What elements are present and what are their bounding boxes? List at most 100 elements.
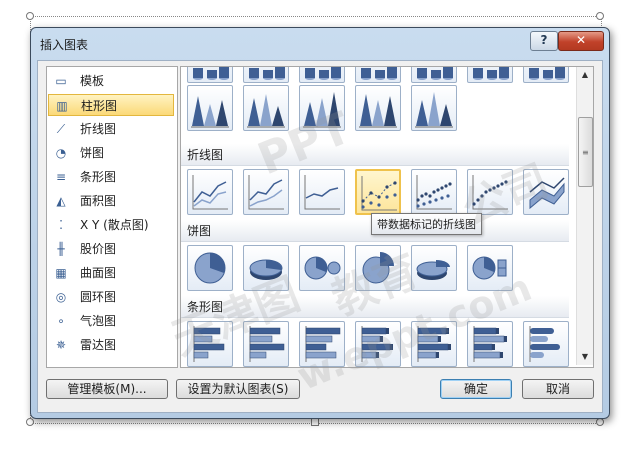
title-bar[interactable]: 插入图表 ? ✕ — [31, 28, 609, 58]
tooltip: 带数据标记的折线图 — [371, 213, 482, 235]
manage-templates-button[interactable]: 管理模板(M)... — [46, 379, 168, 399]
scroll-down-arrow-icon[interactable]: ▼ — [577, 349, 593, 365]
line-chart-tile[interactable] — [467, 169, 513, 215]
cone-chart-tile-icon — [359, 94, 397, 128]
resize-handle-br[interactable] — [596, 418, 604, 426]
resize-handle-bl[interactable] — [26, 418, 34, 426]
bar-chart-tile[interactable] — [467, 321, 513, 367]
bar-chart-tile[interactable] — [299, 321, 345, 367]
category-item[interactable]: ◎ 圆环图 — [48, 286, 174, 308]
help-button[interactable]: ? — [530, 31, 558, 51]
category-label: 面积图 — [80, 194, 117, 208]
chart-gallery: 折线图 饼图 条形图 ▲ ≡ ▼ 带数据标记的折线图 — [180, 66, 594, 368]
cone-chart-tile[interactable] — [411, 85, 457, 131]
category-label: 条形图 — [80, 170, 117, 184]
cancel-button[interactable]: 取消 — [522, 379, 594, 399]
line-chart-tile[interactable] — [523, 169, 569, 215]
category-item[interactable]: ╫ 股价图 — [48, 238, 174, 260]
cone-chart-tile[interactable] — [243, 85, 289, 131]
resize-handle-bm[interactable] — [311, 418, 319, 426]
category-item[interactable]: ◭ 面积图 — [48, 190, 174, 212]
category-item[interactable]: ▭ 模板 — [48, 70, 174, 92]
pie-chart-tile[interactable] — [411, 245, 457, 291]
scatter-chart-icon: ⁚ — [59, 218, 63, 232]
vertical-scrollbar[interactable]: ▲ ≡ ▼ — [576, 67, 593, 365]
section-header-line: 折线图 — [181, 144, 569, 166]
column-chart-icon: ▥ — [56, 99, 68, 113]
cylinder-chart-tile[interactable] — [523, 67, 569, 83]
pie-chart-icon: ◔ — [55, 146, 67, 160]
line-chart-tile-icon — [416, 175, 452, 210]
area-chart-icon: ◭ — [56, 194, 66, 208]
ok-button[interactable]: 确定 — [440, 379, 512, 399]
chart-category-list: ▭ 模板 ▥ 柱形图 ⟋ 折线图 ◔ 饼图 ≡ 条形图 ◭ 面积图 ⁚ X Y (散点图) ╫ 股价图 ▦ 曲面图… — [46, 66, 178, 368]
surface-chart-icon: ▦ — [55, 266, 67, 280]
category-item[interactable]: ⟋ 折线图 — [48, 118, 174, 140]
category-item[interactable]: ▥ 柱形图 — [48, 94, 174, 116]
category-item[interactable]: ◔ 饼图 — [48, 142, 174, 164]
category-label: 气泡图 — [80, 314, 117, 328]
pie-chart-tile[interactable] — [355, 245, 401, 291]
cylinder-chart-tile[interactable] — [411, 67, 457, 83]
scroll-up-arrow-icon[interactable]: ▲ — [577, 67, 593, 83]
set-default-chart-button[interactable]: 设置为默认图表(S) — [176, 379, 300, 399]
line-chart-tile-icon — [361, 176, 397, 211]
bar-chart-tile-icon — [529, 326, 560, 362]
cone-chart-tile[interactable] — [187, 85, 233, 131]
bar-chart-tile-icon — [305, 326, 341, 362]
category-item[interactable]: ✵ 雷达图 — [48, 334, 174, 356]
pie-chart-tile-icon — [194, 252, 226, 284]
cylinder-chart-tile-icon — [529, 67, 565, 80]
pie-chart-tile[interactable] — [299, 245, 345, 291]
cylinder-chart-tile-icon — [305, 67, 341, 80]
cone-chart-tile[interactable] — [355, 85, 401, 131]
cylinder-chart-tile[interactable] — [243, 67, 289, 83]
line-chart-tile-icon — [248, 175, 284, 210]
bar-chart-tile[interactable] — [523, 321, 569, 367]
bar-chart-tile-icon — [473, 326, 507, 362]
line-chart-tile[interactable] — [243, 169, 289, 215]
cylinder-chart-tile[interactable] — [299, 67, 345, 83]
pie-chart-tile-icon — [362, 252, 394, 284]
cone-chart-tile-icon — [191, 96, 229, 128]
scroll-thumb[interactable]: ≡ — [578, 117, 593, 187]
line-chart-tile-icon — [472, 175, 508, 210]
cylinder-chart-tile[interactable] — [187, 67, 233, 83]
category-label: 圆环图 — [80, 290, 117, 304]
pie-chart-tile[interactable] — [187, 245, 233, 291]
bar-chart-tile-icon — [249, 326, 285, 362]
category-item[interactable]: ▦ 曲面图 — [48, 262, 174, 284]
category-item[interactable]: ∘ 气泡图 — [48, 310, 174, 332]
bar-chart-tile-icon — [361, 326, 393, 362]
line-chart-icon: ⟋ — [56, 122, 66, 136]
line-chart-tile[interactable] — [299, 169, 345, 215]
cone-chart-tile[interactable] — [299, 85, 345, 131]
category-item[interactable]: ⁚ X Y (散点图) — [48, 214, 174, 236]
category-label: 股价图 — [80, 242, 117, 256]
category-item[interactable]: ≡ 条形图 — [48, 166, 174, 188]
cylinder-chart-tile-icon — [361, 67, 397, 80]
category-label: 雷达图 — [80, 338, 117, 352]
bar-chart-tile[interactable] — [355, 321, 401, 367]
cylinder-chart-tile[interactable] — [467, 67, 513, 83]
bar-chart-icon: ≡ — [55, 170, 67, 184]
bar-chart-tile[interactable] — [187, 321, 233, 367]
line-chart-tile[interactable] — [411, 169, 457, 215]
pie-chart-tile[interactable] — [467, 245, 513, 291]
folder-icon: ▭ — [55, 74, 67, 88]
cylinder-chart-tile[interactable] — [355, 67, 401, 83]
resize-handle-tl[interactable] — [26, 12, 34, 20]
resize-handle-tr[interactable] — [596, 12, 604, 20]
category-label: 曲面图 — [80, 266, 117, 280]
line-chart-tile[interactable] — [187, 169, 233, 215]
line-chart-tile[interactable] — [355, 169, 401, 215]
close-button[interactable]: ✕ — [558, 31, 604, 51]
cone-chart-tile-icon — [415, 92, 453, 128]
bar-chart-tile[interactable] — [411, 321, 457, 367]
section-header-bar: 条形图 — [181, 296, 569, 318]
bar-chart-tile[interactable] — [243, 321, 289, 367]
category-label: X Y (散点图) — [80, 218, 149, 232]
pie-chart-tile[interactable] — [243, 245, 289, 291]
cylinder-chart-tile-icon — [193, 67, 229, 80]
insert-chart-dialog: 插入图表 ? ✕ ▭ 模板 ▥ 柱形图 ⟋ 折线图 ◔ 饼图 ≡ 条形图 ◭ 面积图 ⁚ X Y (散点图… — [30, 27, 610, 419]
